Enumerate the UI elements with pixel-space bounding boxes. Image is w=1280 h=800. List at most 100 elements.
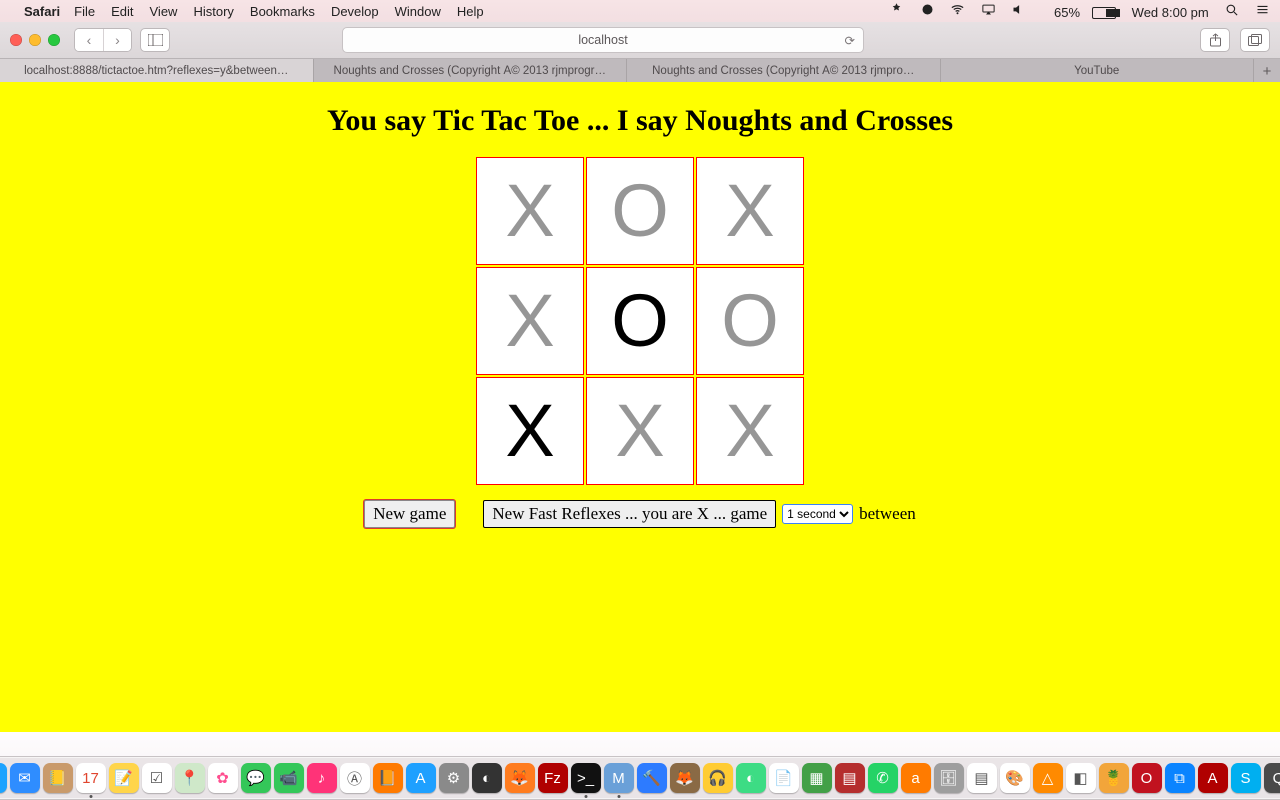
- dock-app-android[interactable]: ◐: [736, 763, 766, 793]
- dock-app-reminders[interactable]: ☑︎: [142, 763, 172, 793]
- browser-tab[interactable]: YouTube: [941, 59, 1255, 83]
- dock-app-avast[interactable]: a: [901, 763, 931, 793]
- dock-app-gimp[interactable]: 🦊: [670, 763, 700, 793]
- interval-select[interactable]: 1 second: [782, 504, 853, 524]
- close-window[interactable]: [10, 34, 22, 46]
- menubar-status: 65% Wed 8:00 pm: [877, 2, 1270, 20]
- nav-buttons: ‹ ›: [74, 28, 132, 52]
- new-game-button[interactable]: New game: [364, 500, 455, 528]
- battery-pct: 65%: [1054, 5, 1080, 20]
- dock-app-photos[interactable]: ✿: [208, 763, 238, 793]
- dock-app-ms1[interactable]: ▤: [967, 763, 997, 793]
- dock-app-whatsapp[interactable]: ✆: [868, 763, 898, 793]
- share-button[interactable]: [1200, 28, 1230, 52]
- dock-app-ms2[interactable]: ◧: [1066, 763, 1096, 793]
- dock-app-dashboard[interactable]: ◐: [472, 763, 502, 793]
- dock-app-mamp[interactable]: M: [604, 763, 634, 793]
- wifi-icon[interactable]: [950, 2, 965, 17]
- dock-app-impress[interactable]: ▤: [835, 763, 865, 793]
- status-icon[interactable]: [889, 2, 904, 17]
- board-cell-0-2[interactable]: X: [696, 157, 804, 265]
- tabs-button[interactable]: [1240, 28, 1270, 52]
- dock-app-utility[interactable]: 🗄: [934, 763, 964, 793]
- dock-app-itunes[interactable]: ♪: [307, 763, 337, 793]
- dock-app-xcode[interactable]: 🔨: [637, 763, 667, 793]
- menu-extras-icon[interactable]: [1255, 2, 1270, 17]
- tab-label: Noughts and Crosses (Copyright Â© 2013 r…: [334, 65, 606, 77]
- dock: 🙂◯🚀🧭✉︎📒17📝☑︎📍✿💬📹♪Ⓐ📙A⚙︎◐🦊Fz>_M🔨🦊🎧◐📄▦▤✆a🗄▤…: [0, 756, 1280, 800]
- safari-toolbar: ‹ › localhost ⟳: [0, 22, 1280, 59]
- airplay-icon[interactable]: [981, 2, 996, 17]
- spotlight-icon[interactable]: [1224, 2, 1239, 17]
- dock-app-calendar[interactable]: 17: [76, 763, 106, 793]
- dock-app-paint[interactable]: 🎨: [1000, 763, 1030, 793]
- dock-app-mail[interactable]: ✉︎: [10, 763, 40, 793]
- dock-app-ibooks[interactable]: 📙: [373, 763, 403, 793]
- reload-icon[interactable]: ⟳: [845, 33, 855, 48]
- dock-app-maps[interactable]: 📍: [175, 763, 205, 793]
- minimize-window[interactable]: [29, 34, 41, 46]
- menu-view[interactable]: View: [150, 4, 178, 19]
- dock-app-firefox[interactable]: 🦊: [505, 763, 535, 793]
- dock-app-vlc[interactable]: △: [1033, 763, 1063, 793]
- volume-icon[interactable]: [1011, 2, 1026, 17]
- tab-label: Noughts and Crosses (Copyright Â© 2013 r…: [652, 65, 914, 77]
- board-cell-0-1[interactable]: O: [586, 157, 694, 265]
- dock-app-quicktime[interactable]: Q: [1264, 763, 1280, 793]
- dock-app-terminal[interactable]: >_: [571, 763, 601, 793]
- page-content: You say Tic Tac Toe ... I say Noughts an…: [0, 82, 1280, 732]
- game-board: XOXXOOXXX: [475, 156, 805, 486]
- new-fast-reflexes-button[interactable]: New Fast Reflexes ... you are X ... game: [483, 500, 776, 528]
- menu-window[interactable]: Window: [395, 4, 441, 19]
- fullscreen-window[interactable]: [48, 34, 60, 46]
- status-icon[interactable]: [920, 2, 935, 17]
- clock[interactable]: Wed 8:00 pm: [1132, 5, 1209, 20]
- browser-tab[interactable]: Noughts and Crosses (Copyright Â© 2013 r…: [314, 59, 628, 83]
- menu-help[interactable]: Help: [457, 4, 484, 19]
- dock-app-handbrake[interactable]: 🍍: [1099, 763, 1129, 793]
- new-tab-button[interactable]: +: [1254, 59, 1280, 83]
- menu-edit[interactable]: Edit: [111, 4, 133, 19]
- window-controls: [10, 34, 60, 46]
- dock-app-notes[interactable]: 📝: [109, 763, 139, 793]
- dock-app-prefs[interactable]: ⚙︎: [439, 763, 469, 793]
- dock-app-calc[interactable]: ▦: [802, 763, 832, 793]
- dock-area: 🙂◯🚀🧭✉︎📒17📝☑︎📍✿💬📹♪Ⓐ📙A⚙︎◐🦊Fz>_M🔨🦊🎧◐📄▦▤✆a🗄▤…: [0, 732, 1280, 800]
- browser-tab[interactable]: localhost:8888/tictactoe.htm?reflexes=y&…: [0, 59, 314, 83]
- dock-app-opera[interactable]: O: [1132, 763, 1162, 793]
- dock-app-facetime[interactable]: 📹: [274, 763, 304, 793]
- app-name[interactable]: Safari: [24, 4, 60, 19]
- menu-file[interactable]: File: [74, 4, 95, 19]
- address-bar[interactable]: localhost ⟳: [342, 27, 864, 53]
- back-button[interactable]: ‹: [75, 29, 103, 51]
- interval-suffix: between: [859, 504, 916, 524]
- board-cell-2-1[interactable]: X: [586, 377, 694, 485]
- board-cell-2-2[interactable]: X: [696, 377, 804, 485]
- dock-app-safari[interactable]: 🧭: [0, 763, 7, 793]
- battery-icon: [1092, 7, 1116, 19]
- browser-tab[interactable]: Noughts and Crosses (Copyright Â© 2013 r…: [627, 59, 941, 83]
- dock-app-libre[interactable]: 📄: [769, 763, 799, 793]
- menu-bookmarks[interactable]: Bookmarks: [250, 4, 315, 19]
- dock-app-vscode[interactable]: ⧉: [1165, 763, 1195, 793]
- battery-status[interactable]: 65%: [1042, 5, 1116, 20]
- board-cell-1-2[interactable]: O: [696, 267, 804, 375]
- menu-history[interactable]: History: [193, 4, 233, 19]
- board-cell-0-0[interactable]: X: [476, 157, 584, 265]
- dock-app-acrobat[interactable]: A: [1198, 763, 1228, 793]
- dock-app-mas[interactable]: Ⓐ: [340, 763, 370, 793]
- address-text: localhost: [578, 33, 627, 47]
- dock-app-appstore[interactable]: A: [406, 763, 436, 793]
- dock-app-skype[interactable]: S: [1231, 763, 1261, 793]
- board-cell-2-0[interactable]: X: [476, 377, 584, 485]
- tab-label: localhost:8888/tictactoe.htm?reflexes=y&…: [24, 65, 288, 77]
- menu-develop[interactable]: Develop: [331, 4, 379, 19]
- sidebar-button[interactable]: [140, 28, 170, 52]
- dock-app-messages[interactable]: 💬: [241, 763, 271, 793]
- forward-button[interactable]: ›: [103, 29, 131, 51]
- board-cell-1-0[interactable]: X: [476, 267, 584, 375]
- dock-app-filezilla[interactable]: Fz: [538, 763, 568, 793]
- dock-app-audacity[interactable]: 🎧: [703, 763, 733, 793]
- board-cell-1-1[interactable]: O: [586, 267, 694, 375]
- dock-app-contacts[interactable]: 📒: [43, 763, 73, 793]
